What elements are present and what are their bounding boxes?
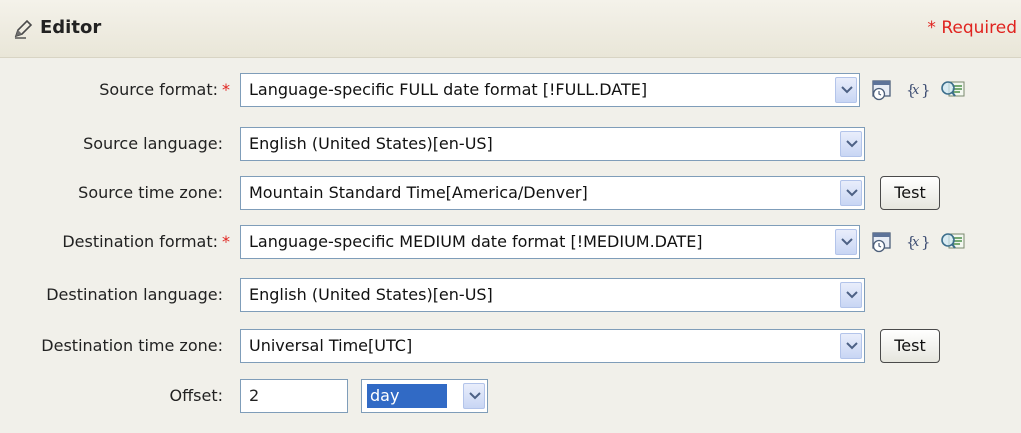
variable-icon[interactable]: { x }: [905, 230, 931, 254]
source-time-zone-value: Mountain Standard Time[America/Denver]: [249, 183, 588, 202]
offset-unit-select[interactable]: day: [361, 379, 488, 413]
pencil-icon: [12, 18, 34, 40]
required-note: * Required: [927, 18, 1017, 38]
source-time-zone-select[interactable]: Mountain Standard Time[America/Denver]: [240, 176, 865, 210]
source-language-row: Source language: English (United States)…: [0, 124, 1021, 164]
required-star: *: [222, 80, 230, 99]
chevron-down-icon[interactable]: [835, 77, 857, 103]
destination-language-row: Destination language: English (United St…: [0, 275, 1021, 315]
offset-unit-value: day: [367, 384, 447, 408]
editor-header: Editor * Required: [0, 0, 1021, 58]
destination-time-zone-value: Universal Time[UTC]: [249, 336, 413, 355]
destination-format-select[interactable]: Language-specific MEDIUM date format [!M…: [240, 225, 860, 259]
variable-icon[interactable]: { x }: [905, 78, 931, 102]
browse-search-icon[interactable]: [940, 78, 965, 102]
destination-time-zone-label: Destination time zone:: [41, 336, 223, 355]
offset-label: Offset:: [169, 386, 223, 405]
svg-text:x: x: [912, 235, 920, 250]
offset-row: Offset: 2 day: [0, 376, 1021, 416]
svg-text:}: }: [921, 81, 931, 99]
source-time-zone-row: Source time zone: Mountain Standard Time…: [0, 173, 1021, 213]
editor-panel: Editor * Required Source format: * Langua…: [0, 0, 1021, 433]
destination-time-zone-row: Destination time zone: Universal Time[UT…: [0, 326, 1021, 366]
source-format-row: Source format: * Language-specific FULL d…: [0, 70, 1021, 110]
chevron-down-icon[interactable]: [840, 131, 862, 157]
destination-language-value: English (United States)[en-US]: [249, 285, 493, 304]
required-star: *: [222, 232, 230, 251]
destination-format-value: Language-specific MEDIUM date format [!M…: [249, 232, 703, 251]
chevron-down-icon[interactable]: [840, 333, 862, 359]
chevron-down-icon[interactable]: [463, 383, 485, 409]
svg-text:}: }: [921, 233, 931, 251]
source-language-value: English (United States)[en-US]: [249, 134, 493, 153]
source-test-button[interactable]: Test: [880, 176, 940, 210]
browse-search-icon[interactable]: [940, 230, 965, 254]
svg-text:x: x: [912, 83, 920, 98]
source-format-select[interactable]: Language-specific FULL date format [!FUL…: [240, 73, 860, 107]
destination-language-select[interactable]: English (United States)[en-US]: [240, 278, 865, 312]
destination-time-zone-select[interactable]: Universal Time[UTC]: [240, 329, 865, 363]
offset-value: 2: [249, 386, 260, 405]
source-time-zone-label: Source time zone:: [78, 183, 223, 202]
editor-title: Editor: [40, 17, 102, 38]
date-format-icon[interactable]: [870, 78, 894, 102]
offset-input[interactable]: 2: [240, 379, 348, 413]
destination-language-label: Destination language:: [46, 285, 223, 304]
chevron-down-icon[interactable]: [840, 282, 862, 308]
chevron-down-icon[interactable]: [840, 180, 862, 206]
date-format-icon[interactable]: [870, 230, 894, 254]
destination-format-row: Destination format: * Language-specific M…: [0, 222, 1021, 262]
destination-test-button[interactable]: Test: [880, 329, 940, 363]
chevron-down-icon[interactable]: [835, 229, 857, 255]
source-language-label: Source language:: [83, 134, 223, 153]
destination-format-label: Destination format: *: [62, 232, 230, 251]
source-format-value: Language-specific FULL date format [!FUL…: [249, 80, 648, 99]
source-language-select[interactable]: English (United States)[en-US]: [240, 127, 865, 161]
source-format-label: Source format: *: [99, 80, 230, 99]
